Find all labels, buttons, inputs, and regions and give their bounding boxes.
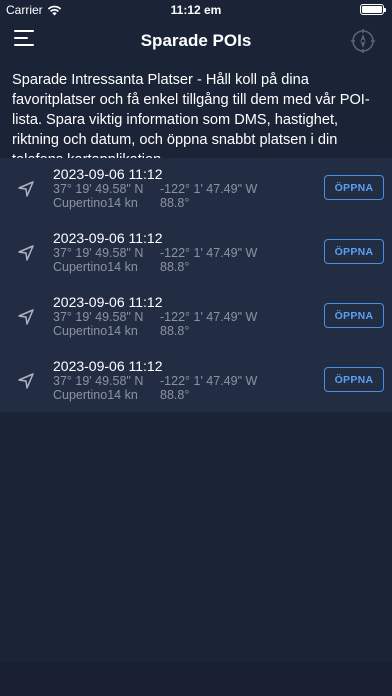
poi-longitude: -122° 1' 47.49" W <box>160 246 258 260</box>
location-arrow-icon <box>18 181 34 197</box>
page-title: Sparade POIs <box>140 31 252 50</box>
poi-heading: 88.8° <box>160 260 190 274</box>
intro-text: Sparade Intressanta Platser - Håll koll … <box>12 72 370 168</box>
poi-place-speed: Cupertino14 kn <box>53 196 138 210</box>
poi-latitude: 37° 19' 49.58" N <box>53 374 144 388</box>
poi-date: 2023-09-06 11:12 <box>53 166 163 182</box>
location-arrow-icon <box>18 373 34 389</box>
poi-date: 2023-09-06 11:12 <box>53 294 163 310</box>
poi-latitude: 37° 19' 49.58" N <box>53 310 144 324</box>
battery-level <box>362 6 382 13</box>
poi-latitude: 37° 19' 49.58" N <box>53 246 144 260</box>
poi-place-speed: Cupertino14 kn <box>53 324 138 338</box>
poi-heading: 88.8° <box>160 324 190 338</box>
poi-list-item: 2023-09-06 11:12 37° 19' 49.58" N -122° … <box>0 222 392 286</box>
poi-longitude: -122° 1' 47.49" W <box>160 310 258 324</box>
poi-list: 2023-09-06 11:12 37° 19' 49.58" N -122° … <box>0 158 392 412</box>
poi-heading: 88.8° <box>160 196 190 210</box>
poi-longitude: -122° 1' 47.49" W <box>160 374 258 388</box>
poi-list-item: 2023-09-06 11:12 37° 19' 49.58" N -122° … <box>0 350 392 414</box>
open-in-maps-button[interactable]: ÖPPNA <box>324 239 384 264</box>
status-bar: Carrier 11:12 em <box>0 0 392 20</box>
status-right <box>360 4 386 15</box>
poi-latitude: 37° 19' 49.58" N <box>53 182 144 196</box>
status-time: 11:12 em <box>170 3 222 17</box>
open-in-maps-button[interactable]: ÖPPNA <box>324 367 384 392</box>
compass-icon[interactable] <box>350 28 376 54</box>
poi-place-speed: Cupertino14 kn <box>53 260 138 274</box>
poi-longitude: -122° 1' 47.49" W <box>160 182 258 196</box>
poi-date: 2023-09-06 11:12 <box>53 358 163 374</box>
poi-heading: 88.8° <box>160 388 190 402</box>
open-in-maps-button[interactable]: ÖPPNA <box>324 303 384 328</box>
empty-area <box>0 412 392 662</box>
location-arrow-icon <box>18 309 34 325</box>
poi-place-speed: Cupertino14 kn <box>53 388 138 402</box>
bottom-bar <box>0 662 392 696</box>
battery-icon <box>360 4 386 15</box>
nav-bar: Sparade POIs <box>0 22 392 60</box>
open-in-maps-button[interactable]: ÖPPNA <box>324 175 384 200</box>
poi-date: 2023-09-06 11:12 <box>53 230 163 246</box>
poi-list-item: 2023-09-06 11:12 37° 19' 49.58" N -122° … <box>0 158 392 222</box>
app-screen: Carrier 11:12 em Sparade POIs Sparade In… <box>0 0 392 696</box>
poi-list-item: 2023-09-06 11:12 37° 19' 49.58" N -122° … <box>0 286 392 350</box>
location-arrow-icon <box>18 245 34 261</box>
